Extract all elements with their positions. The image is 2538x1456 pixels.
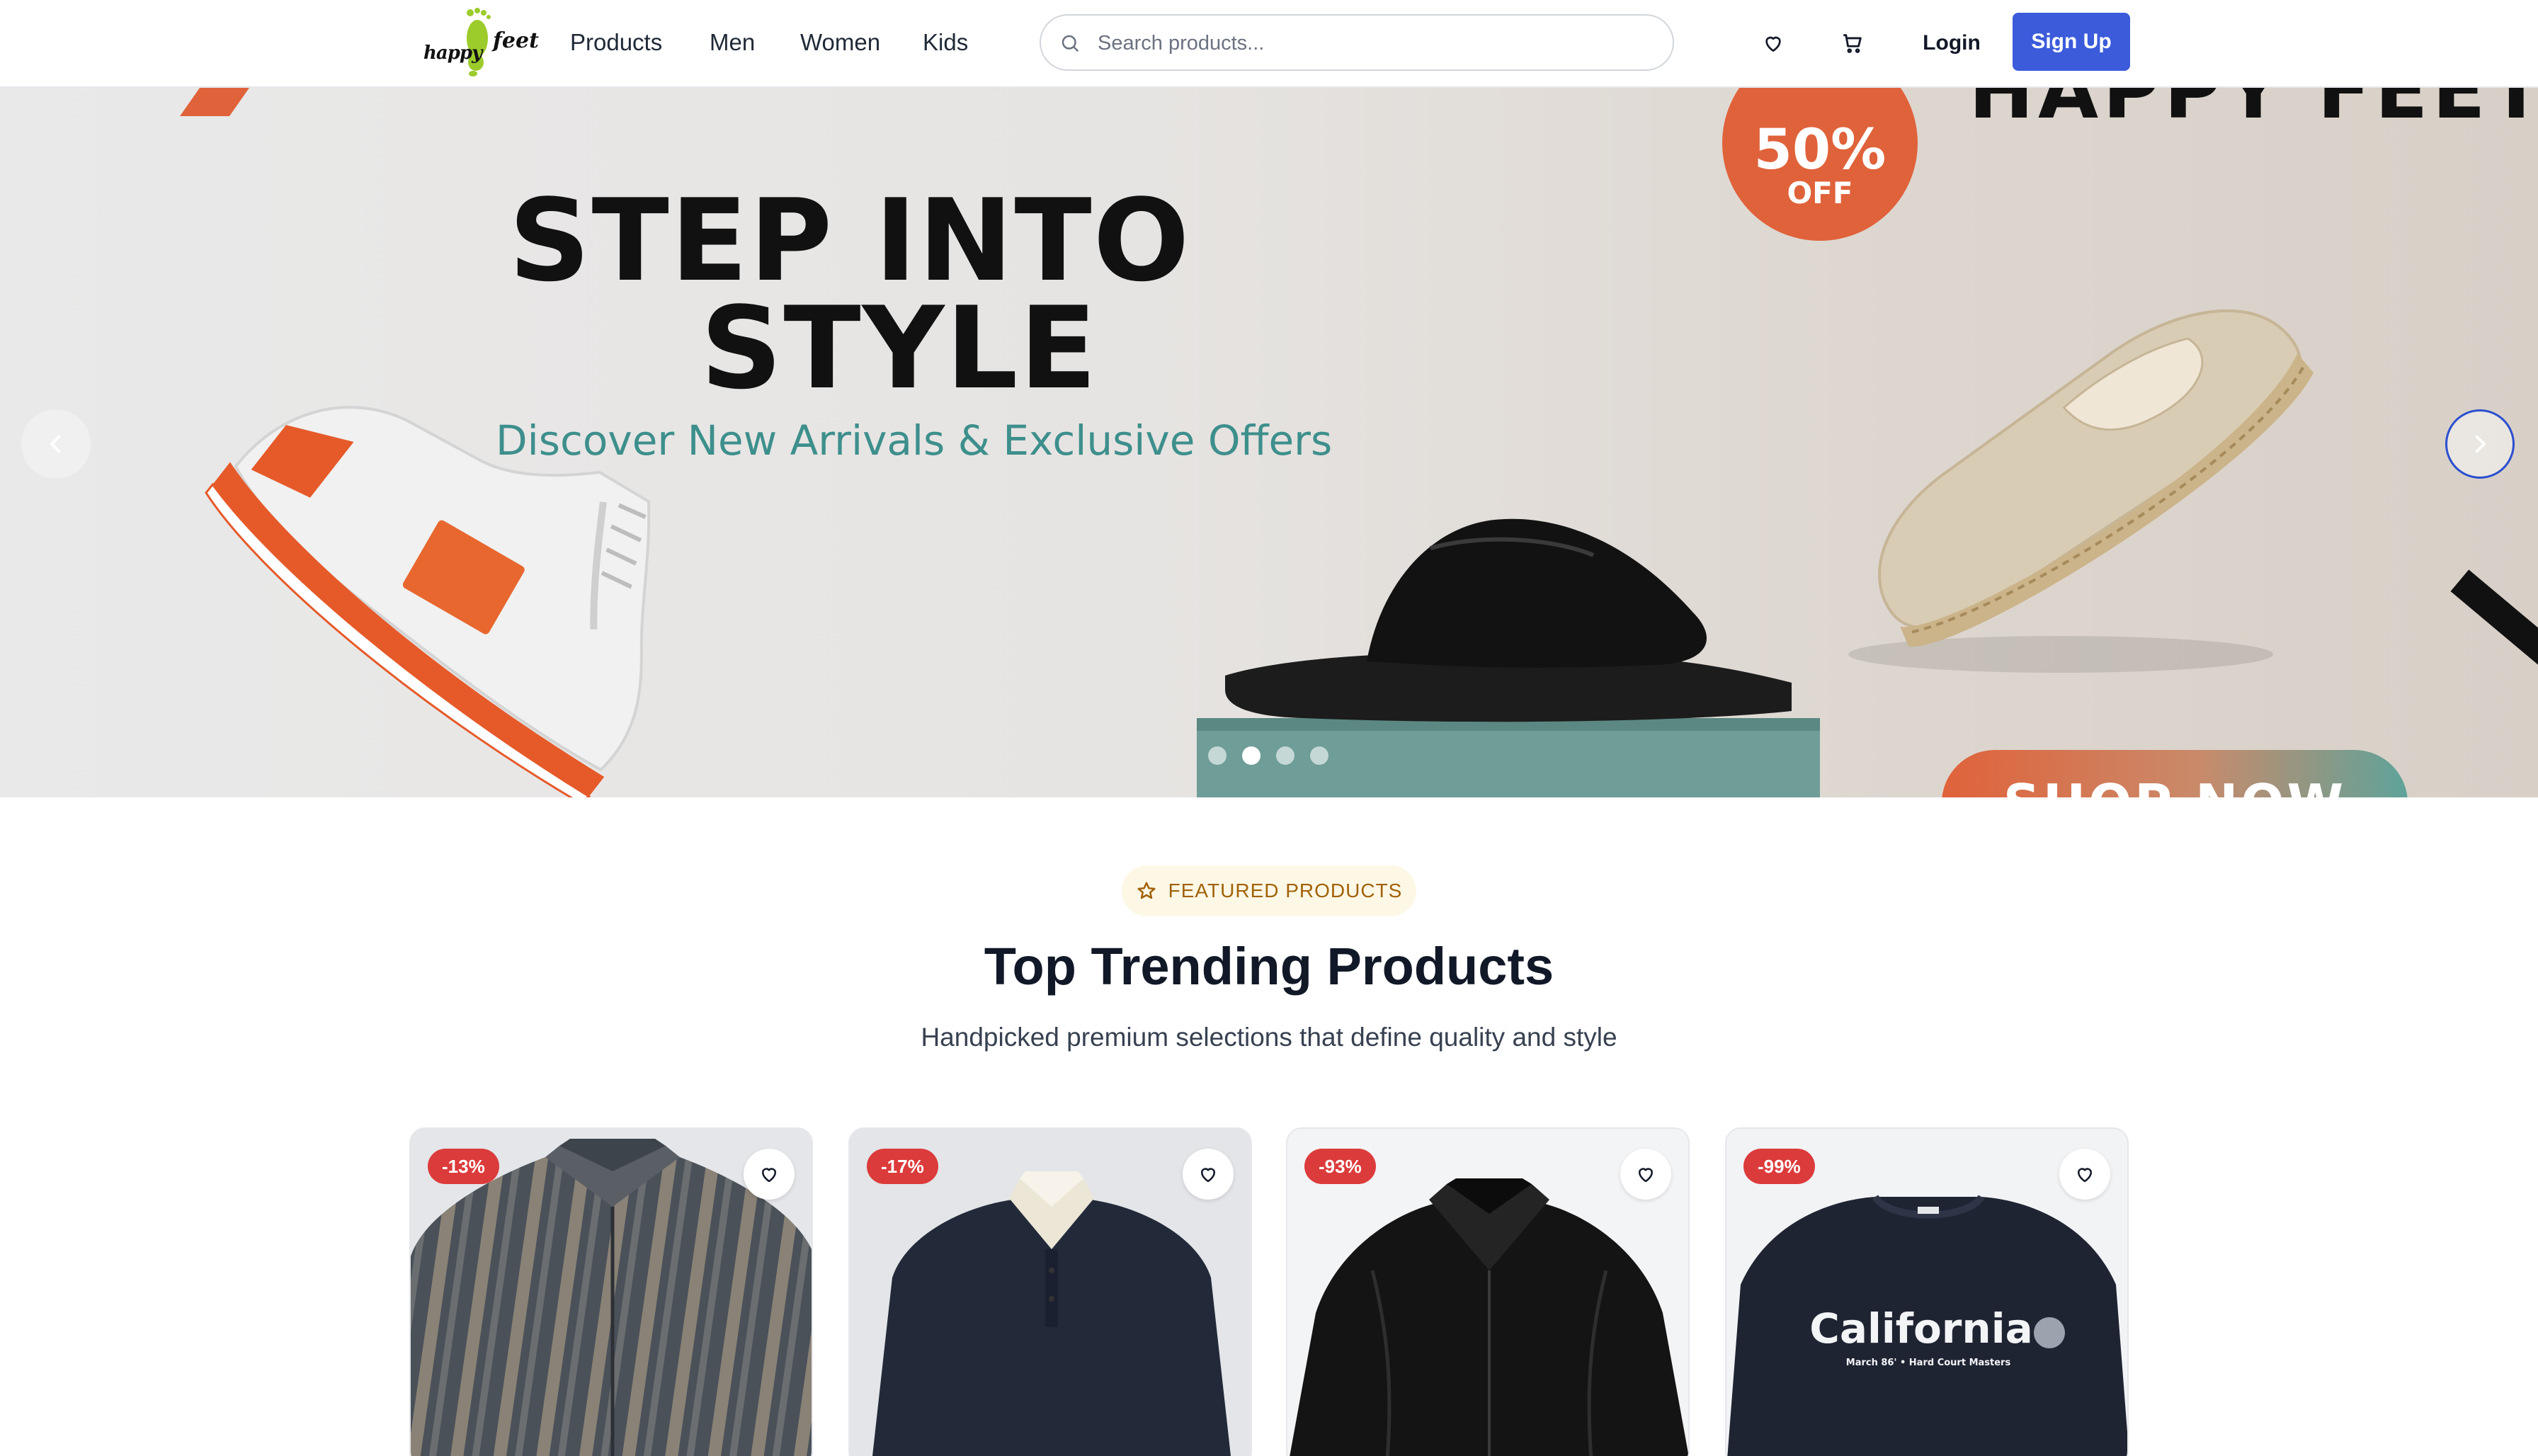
chevron-right-icon	[2475, 435, 2486, 453]
product-card[interactable]: -17%	[848, 1127, 1252, 1456]
hero-brand-text: HAPPY FEET	[1969, 88, 2538, 136]
search-bar	[1040, 14, 1674, 71]
section-subtitle: Handpicked premium selections that defin…	[921, 1023, 1617, 1052]
loafer-image	[1848, 309, 2314, 673]
carousel-dot-4[interactable]	[1310, 746, 1328, 765]
logo-word-happy: happy	[423, 42, 482, 64]
discount-badge: -99%	[1743, 1149, 1815, 1184]
discount-badge-off: OFF	[1787, 176, 1853, 210]
carousel-dots	[1208, 746, 1328, 765]
sweatshirt-print-subtext: March 86' • Hard Court Masters	[1846, 1358, 2011, 1368]
sneaker-image	[205, 406, 651, 797]
cart-button[interactable]	[1835, 25, 1870, 61]
sweatshirt-print: California	[1809, 1304, 2032, 1353]
discount-badge: -17%	[867, 1149, 938, 1184]
featured-badge: FEATURED PRODUCTS	[1122, 865, 1416, 916]
nav-link-men[interactable]: Men	[710, 28, 755, 57]
logo-word-feet: feet	[493, 28, 539, 53]
section-title: Top Trending Products	[984, 937, 1554, 996]
heart-icon	[1201, 1168, 1215, 1183]
shop-now-button[interactable]: SHOP NOW	[1942, 750, 2408, 797]
favorite-button[interactable]	[1620, 1149, 1671, 1200]
heart-icon	[2078, 1168, 2092, 1183]
wishlist-button[interactable]	[1755, 25, 1791, 61]
discount-badge: -93%	[1304, 1149, 1376, 1184]
discount-badge-percent: 50%	[1753, 118, 1887, 182]
chevron-left-icon	[50, 435, 61, 453]
favorite-button[interactable]	[1183, 1149, 1234, 1200]
heart-icon	[1639, 1168, 1653, 1183]
navbar: happy feet Products Men Women Kids Login…	[0, 0, 2538, 88]
product-card[interactable]: -93%	[1286, 1127, 1690, 1456]
heart-icon	[1765, 36, 1781, 52]
carousel-dot-2[interactable]	[1242, 746, 1261, 765]
brand-logo[interactable]: happy feet	[421, 7, 539, 78]
carousel-dot-1[interactable]	[1208, 746, 1227, 765]
product-card[interactable]: -13%	[409, 1127, 813, 1456]
cart-icon	[1843, 34, 1862, 53]
discount-badge: -13%	[428, 1149, 499, 1184]
product-card[interactable]: California March 86' • Hard Court Master…	[1725, 1127, 2129, 1456]
favorite-button[interactable]	[2059, 1149, 2110, 1200]
nav-link-kids[interactable]: Kids	[923, 28, 968, 57]
carousel-next-button[interactable]	[2445, 409, 2515, 479]
nav-link-products[interactable]: Products	[570, 28, 662, 57]
login-button[interactable]: Login	[1912, 25, 1991, 61]
search-input[interactable]	[1098, 25, 1650, 61]
hero-carousel: HAPPY FEET 50% OFF STEP INTO STYLE Disco…	[0, 88, 2538, 797]
carousel-dot-3[interactable]	[1276, 746, 1294, 765]
featured-badge-label: FEATURED PRODUCTS	[1168, 880, 1403, 902]
decorative-shape	[179, 88, 250, 116]
discount-badge: 50% OFF	[1722, 88, 1918, 241]
carousel-prev-button[interactable]	[21, 409, 91, 479]
star-icon	[1137, 882, 1156, 899]
heart-icon	[762, 1168, 776, 1183]
signup-button[interactable]: Sign Up	[2013, 13, 2130, 71]
search-icon	[1062, 35, 1079, 52]
nav-link-women[interactable]: Women	[800, 28, 880, 57]
decorative-shape	[2450, 569, 2538, 683]
favorite-button[interactable]	[744, 1149, 795, 1200]
